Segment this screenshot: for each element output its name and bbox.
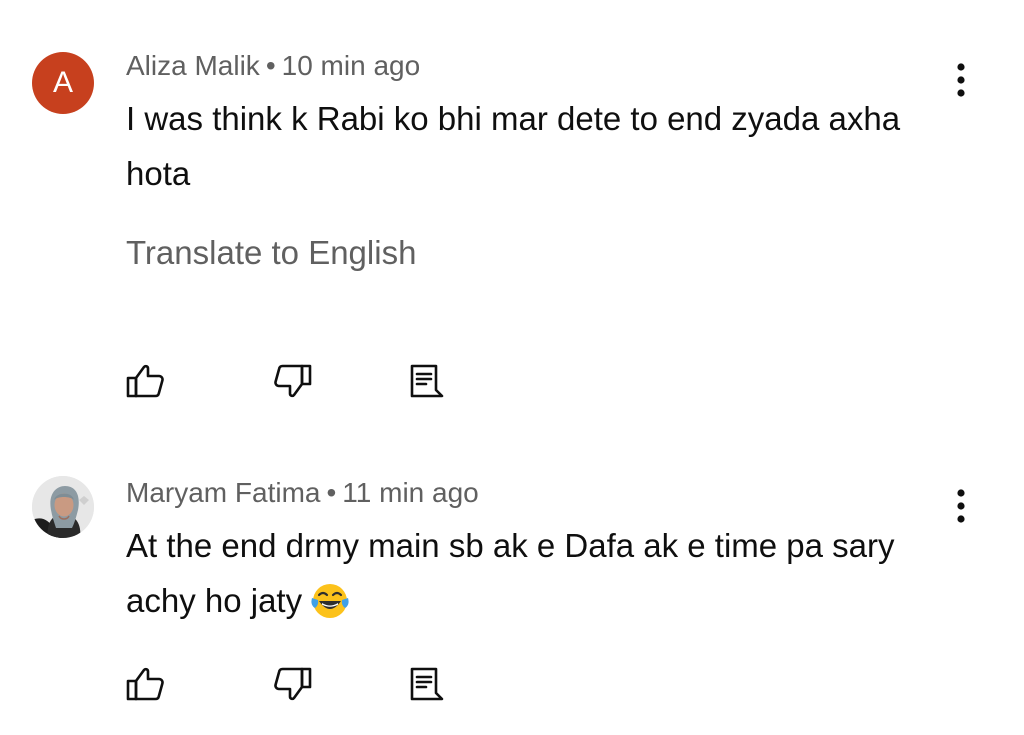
comment-text-content: At the end drmy main sb ak e Dafa ak e t… bbox=[126, 527, 895, 619]
comment-meta: Maryam Fatima • 11 min ago bbox=[126, 477, 479, 509]
more-vert-icon[interactable] bbox=[946, 482, 976, 532]
dislike-button[interactable] bbox=[268, 660, 316, 708]
thumb-down-icon bbox=[274, 364, 312, 398]
meta-separator: • bbox=[265, 50, 276, 81]
translate-link[interactable]: Translate to English bbox=[126, 234, 416, 272]
dislike-button[interactable] bbox=[268, 357, 316, 405]
comment-text: I was think k Rabi ko bhi mar dete to en… bbox=[126, 100, 901, 192]
thumb-up-icon bbox=[126, 667, 164, 701]
avatar[interactable] bbox=[32, 476, 94, 538]
thumb-up-icon bbox=[126, 364, 164, 398]
face-with-tears-of-joy-icon bbox=[311, 584, 349, 618]
reply-comment-icon bbox=[410, 364, 444, 398]
author-name[interactable]: Aliza Malik bbox=[126, 50, 260, 81]
comment-item: A Aliza Malik • 10 min ago I was think k R… bbox=[0, 0, 1024, 430]
reply-comment-icon bbox=[410, 667, 444, 701]
comment-item: Maryam Fatima • 11 min ago At the end drmy… bbox=[0, 430, 1024, 735]
reply-button[interactable] bbox=[400, 660, 448, 708]
comment-time: 11 min ago bbox=[342, 477, 479, 508]
avatar-letter: A bbox=[52, 66, 73, 99]
comment-meta: Aliza Malik • 10 min ago bbox=[126, 50, 420, 82]
avatar[interactable]: A bbox=[32, 52, 94, 114]
comment-time: 10 min ago bbox=[281, 50, 421, 81]
thumb-down-icon bbox=[274, 667, 312, 701]
more-vert-icon[interactable] bbox=[946, 56, 976, 106]
reply-button[interactable] bbox=[400, 357, 448, 405]
meta-separator: • bbox=[326, 477, 337, 508]
profile-photo bbox=[32, 476, 94, 538]
like-button[interactable] bbox=[122, 660, 170, 708]
author-name[interactable]: Maryam Fatima bbox=[126, 477, 320, 508]
like-button[interactable] bbox=[122, 357, 170, 405]
comment-text: At the end drmy main sb ak e Dafa ak e t… bbox=[126, 518, 926, 628]
